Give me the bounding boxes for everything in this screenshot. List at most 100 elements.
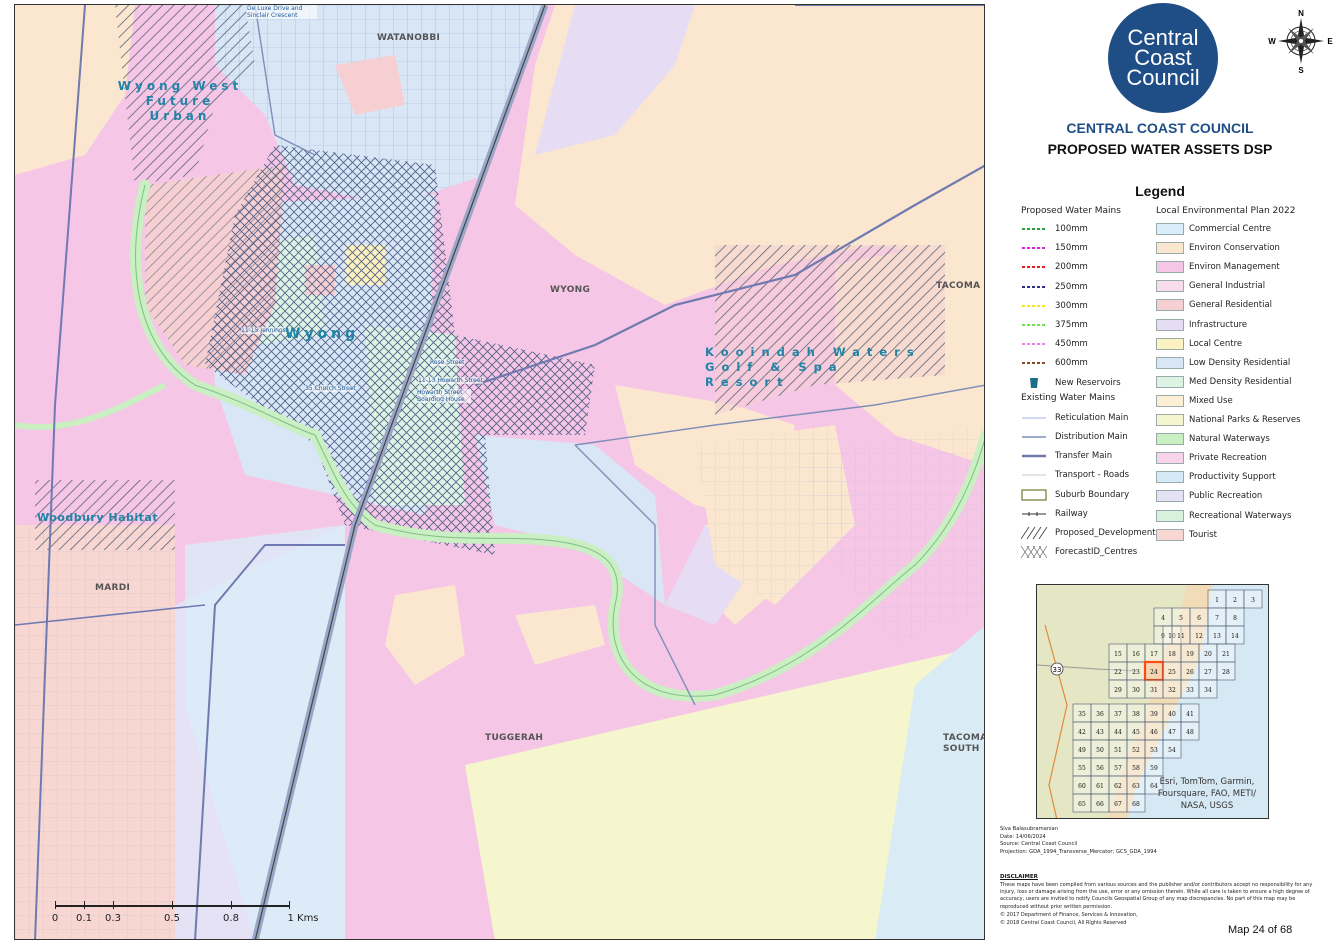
legend-item: 100mm [1021, 222, 1088, 236]
legend-swatch [1156, 528, 1184, 541]
box-icon [1021, 488, 1047, 501]
legend-item: Commercial Centre [1156, 222, 1271, 236]
legend-item: Tourist [1156, 528, 1217, 542]
locator-tile-label: 5 [1179, 615, 1183, 622]
locator-tile-label: 8 [1233, 615, 1237, 622]
compass-n: N [1298, 9, 1304, 18]
locator-tile-label: 54 [1168, 747, 1176, 754]
legend-item: Reticulation Main [1021, 411, 1128, 425]
legend-item-label: 100mm [1055, 224, 1088, 234]
locator-tile-label: 38 [1132, 711, 1140, 718]
legend-item: 300mm [1021, 299, 1088, 313]
legend-item: 200mm [1021, 260, 1088, 274]
locator-tile-label: 37 [1114, 711, 1122, 718]
legend-item: General Industrial [1156, 279, 1265, 293]
legend-item: New Reservoirs [1021, 376, 1121, 390]
legend-swatch [1156, 299, 1184, 312]
scale-label: 0.3 [105, 913, 121, 924]
locator-tile-label: 67 [1114, 801, 1122, 808]
legend-item: Med Density Residential [1156, 375, 1292, 389]
locator-tile-label: 50 [1096, 747, 1104, 754]
map-metadata: Siva Balasubramanian Date: 14/06/2024 So… [1000, 826, 1157, 856]
legend-item: 250mm [1021, 280, 1088, 294]
legend-item-label: 375mm [1055, 320, 1088, 330]
locator-tile-label: 25 [1168, 669, 1176, 676]
legend-swatch [1156, 433, 1184, 446]
legend-item-label: Environ Conservation [1189, 243, 1280, 254]
locator-tile-label: 11 [1177, 633, 1185, 640]
railway-icon [1021, 508, 1047, 520]
street-label-rose: Rose Street [430, 359, 465, 366]
locator-map[interactable]: 1234567891011121314151617181920212223242… [1036, 584, 1269, 819]
reservoir-icon [1021, 377, 1047, 389]
street-label-howarth: 11-13 Howarth Street [418, 377, 483, 384]
page-number: Map 24 of 68 [1228, 924, 1293, 936]
legend-item: ForecastID_Centres [1021, 545, 1137, 559]
legend-item-label: Suburb Boundary [1055, 489, 1130, 500]
legend-item-label: 600mm [1055, 358, 1088, 369]
locator-tile-label: 20 [1204, 651, 1212, 658]
scale-tick [55, 901, 56, 909]
line-icon [1021, 431, 1047, 443]
dev-label-woodbury: Woodbury Habitat [37, 511, 159, 524]
map-title: PROPOSED WATER ASSETS DSP [1047, 141, 1273, 157]
legend-swatch [1156, 375, 1184, 388]
scale-label: 0 [51, 913, 59, 924]
legend-item-label: 200mm [1055, 262, 1088, 273]
legend-item-label: ForecastID_Centres [1055, 547, 1138, 558]
legend-swatch [1156, 414, 1184, 426]
locator-tile-label: 49 [1078, 747, 1086, 754]
legend-swatch [1156, 394, 1184, 407]
locator-tile-label: 13 [1213, 633, 1221, 640]
crosshatch-icon [1021, 546, 1047, 559]
locator-tile-label: 36 [1096, 711, 1104, 718]
legend-swatch [1156, 509, 1184, 522]
road-shield-label: 33 [1053, 666, 1062, 674]
locator-tile-label: 27 [1204, 669, 1212, 676]
locator-tile-label: 15 [1114, 651, 1122, 658]
locator-tile-label: 41 [1186, 711, 1194, 718]
locator-tile-label: 17 [1150, 651, 1158, 658]
compass-s: S [1298, 66, 1304, 74]
legend-item: Transport - Roads [1021, 468, 1129, 482]
locator-tile-label: 12 [1195, 633, 1203, 640]
locator-tile-label: 44 [1114, 729, 1122, 736]
locator-tile-label: 19 [1186, 651, 1194, 658]
council-logo: Central Coast Council [1108, 3, 1218, 113]
legend-item: Proposed_Developments [1021, 526, 1160, 540]
locator-tile-label: 34 [1204, 687, 1212, 694]
map-frame[interactable]: WATANOBBI WYONG TACOMA MARDI TUGGERAH TA… [14, 4, 985, 940]
locator-tile-label: 60 [1078, 783, 1086, 790]
legend-swatch [1156, 261, 1184, 274]
legend-item: Low Density Residential [1156, 356, 1290, 370]
legend-item-label: Local Centre [1189, 338, 1243, 349]
legend-item: Suburb Boundary [1021, 488, 1129, 502]
legend-item: Natural Waterways [1156, 432, 1270, 446]
legend-swatch [1156, 337, 1184, 350]
scale-tick [289, 901, 290, 909]
legend-heading-proposed: Proposed Water Mains [1021, 206, 1121, 216]
legend-item: Local Centre [1156, 337, 1242, 351]
locator-credit: Esri, TomTom, Garmin, Foursquare, FAO, M… [1157, 777, 1257, 811]
legend-item-label: Public Recreation [1189, 491, 1263, 502]
place-label-wyong: WYONG [550, 285, 591, 295]
compass-rose-icon: N E S W [1268, 9, 1333, 74]
legend-item: Distribution Main [1021, 430, 1128, 444]
map-canvas[interactable] [15, 5, 985, 940]
legend-item: Transfer Main [1021, 449, 1112, 463]
meta-date: Date: 14/06/2024 [1000, 833, 1046, 840]
legend-swatch [1156, 280, 1184, 293]
locator-tile-label: 35 [1078, 711, 1086, 718]
locator-tile-label: 43 [1096, 729, 1104, 736]
place-label-watanobbi: WATANOBBI [377, 33, 441, 43]
legend-item: National Parks & Reserves [1156, 413, 1301, 427]
legend-item-label: Transfer Main [1055, 451, 1113, 462]
place-label-tacoma: TACOMA [936, 281, 981, 291]
scale-label: 0.8 [223, 913, 239, 924]
legend-item: Recreational Waterways [1156, 509, 1291, 523]
legend-swatch [1156, 471, 1184, 484]
locator-tile-label: 39 [1150, 711, 1158, 718]
locator-tile-label: 63 [1132, 783, 1140, 790]
meta-author: Siva Balasubramanian [1000, 826, 1059, 832]
locator-tile-label: 58 [1132, 765, 1140, 772]
